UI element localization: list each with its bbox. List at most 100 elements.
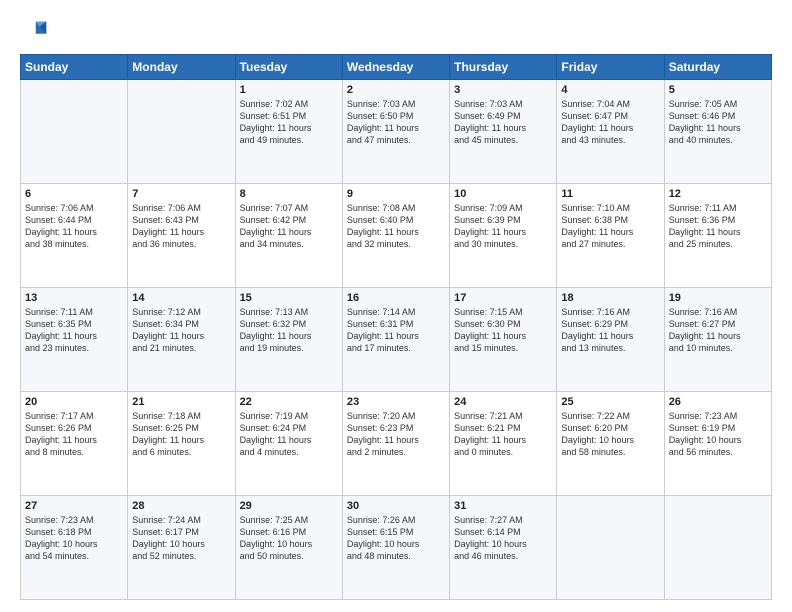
cell-info: Sunrise: 7:04 AM Sunset: 6:47 PM Dayligh… [561, 98, 659, 147]
day-number: 5 [669, 84, 767, 96]
day-number: 19 [669, 292, 767, 304]
cell-info: Sunrise: 7:07 AM Sunset: 6:42 PM Dayligh… [240, 202, 338, 251]
day-number: 10 [454, 188, 552, 200]
day-number: 8 [240, 188, 338, 200]
calendar-cell: 30Sunrise: 7:26 AM Sunset: 6:15 PM Dayli… [342, 496, 449, 600]
calendar-cell: 31 Sunrise: 7:27 AM Sunset: 6:14 PM Dayli… [450, 496, 557, 600]
calendar-cell: 21 Sunrise: 7:18 AM Sunset: 6:25 PM Dayli… [128, 392, 235, 496]
calendar-cell: 23 Sunrise: 7:20 AM Sunset: 6:23 PM Dayli… [342, 392, 449, 496]
calendar-cell: 5Sunrise: 7:05 AM Sunset: 6:46 PM Daylig… [664, 80, 771, 184]
calendar-cell: 14Sunrise: 7:12 AM Sunset: 6:34 PM Dayli… [128, 288, 235, 392]
day-number: 25 [561, 396, 659, 408]
day-number: 28 [132, 500, 230, 512]
calendar-header-row: SundayMondayTuesdayWednesdayThursdayFrid… [21, 55, 772, 80]
cell-info: Sunrise: 7:08 AM Sunset: 6:40 PM Dayligh… [347, 202, 445, 251]
day-number: 13 [25, 292, 123, 304]
cell-info: Sunrise: 7:03 AM Sunset: 6:50 PM Dayligh… [347, 98, 445, 147]
calendar-cell: 18Sunrise: 7:16 AM Sunset: 6:29 PM Dayli… [557, 288, 664, 392]
day-number: 14 [132, 292, 230, 304]
day-number: 12 [669, 188, 767, 200]
calendar-cell: 29 Sunrise: 7:25 AM Sunset: 6:16 PM Dayli… [235, 496, 342, 600]
logo-icon [20, 18, 48, 46]
day-number: 3 [454, 84, 552, 96]
cell-info: Sunrise: 7:22 AM Sunset: 6:20 PM Dayligh… [561, 410, 659, 459]
day-number: 27 [25, 500, 123, 512]
calendar-cell: 6 Sunrise: 7:06 AM Sunset: 6:44 PM Daylig… [21, 184, 128, 288]
calendar-cell [664, 496, 771, 600]
page: SundayMondayTuesdayWednesdayThursdayFrid… [0, 0, 792, 612]
cell-info: Sunrise: 7:02 AM Sunset: 6:51 PM Dayligh… [240, 98, 338, 147]
header [20, 18, 772, 46]
day-number: 24 [454, 396, 552, 408]
calendar-cell: 16 Sunrise: 7:14 AM Sunset: 6:31 PM Dayli… [342, 288, 449, 392]
day-header-thursday: Thursday [450, 55, 557, 80]
cell-info: Sunrise: 7:16 AM Sunset: 6:27 PM Dayligh… [669, 306, 767, 355]
calendar-cell: 20Sunrise: 7:17 AM Sunset: 6:26 PM Dayli… [21, 392, 128, 496]
day-number: 7 [132, 188, 230, 200]
day-number: 30 [347, 500, 445, 512]
day-number: 2 [347, 84, 445, 96]
cell-info: Sunrise: 7:25 AM Sunset: 6:16 PM Dayligh… [240, 514, 338, 563]
calendar-week-row: 13Sunrise: 7:11 AM Sunset: 6:35 PM Dayli… [21, 288, 772, 392]
day-header-saturday: Saturday [664, 55, 771, 80]
day-number: 11 [561, 188, 659, 200]
calendar-week-row: 1 Sunrise: 7:02 AM Sunset: 6:51 PM Daylig… [21, 80, 772, 184]
calendar-cell: 4 Sunrise: 7:04 AM Sunset: 6:47 PM Daylig… [557, 80, 664, 184]
day-header-friday: Friday [557, 55, 664, 80]
day-number: 6 [25, 188, 123, 200]
day-number: 26 [669, 396, 767, 408]
calendar-cell: 8 Sunrise: 7:07 AM Sunset: 6:42 PM Daylig… [235, 184, 342, 288]
calendar-cell: 28 Sunrise: 7:24 AM Sunset: 6:17 PM Dayli… [128, 496, 235, 600]
day-number: 18 [561, 292, 659, 304]
calendar-cell: 15Sunrise: 7:13 AM Sunset: 6:32 PM Dayli… [235, 288, 342, 392]
cell-info: Sunrise: 7:23 AM Sunset: 6:18 PM Dayligh… [25, 514, 123, 563]
day-number: 31 [454, 500, 552, 512]
day-number: 29 [240, 500, 338, 512]
calendar-table: SundayMondayTuesdayWednesdayThursdayFrid… [20, 54, 772, 600]
cell-info: Sunrise: 7:20 AM Sunset: 6:23 PM Dayligh… [347, 410, 445, 459]
calendar-cell: 27 Sunrise: 7:23 AM Sunset: 6:18 PM Dayli… [21, 496, 128, 600]
cell-info: Sunrise: 7:03 AM Sunset: 6:49 PM Dayligh… [454, 98, 552, 147]
calendar-cell: 11 Sunrise: 7:10 AM Sunset: 6:38 PM Dayli… [557, 184, 664, 288]
calendar-cell: 22Sunrise: 7:19 AM Sunset: 6:24 PM Dayli… [235, 392, 342, 496]
calendar-cell: 10Sunrise: 7:09 AM Sunset: 6:39 PM Dayli… [450, 184, 557, 288]
calendar-cell: 25 Sunrise: 7:22 AM Sunset: 6:20 PM Dayli… [557, 392, 664, 496]
calendar-cell: 26Sunrise: 7:23 AM Sunset: 6:19 PM Dayli… [664, 392, 771, 496]
calendar-cell: 24 Sunrise: 7:21 AM Sunset: 6:21 PM Dayli… [450, 392, 557, 496]
day-number: 22 [240, 396, 338, 408]
day-number: 17 [454, 292, 552, 304]
calendar-cell [128, 80, 235, 184]
calendar-cell: 19 Sunrise: 7:16 AM Sunset: 6:27 PM Dayli… [664, 288, 771, 392]
calendar-cell: 17 Sunrise: 7:15 AM Sunset: 6:30 PM Dayli… [450, 288, 557, 392]
calendar-cell [21, 80, 128, 184]
day-header-wednesday: Wednesday [342, 55, 449, 80]
day-number: 9 [347, 188, 445, 200]
calendar-cell: 12 Sunrise: 7:11 AM Sunset: 6:36 PM Dayli… [664, 184, 771, 288]
day-number: 4 [561, 84, 659, 96]
day-number: 21 [132, 396, 230, 408]
calendar-week-row: 20Sunrise: 7:17 AM Sunset: 6:26 PM Dayli… [21, 392, 772, 496]
cell-info: Sunrise: 7:18 AM Sunset: 6:25 PM Dayligh… [132, 410, 230, 459]
calendar-cell: 7Sunrise: 7:06 AM Sunset: 6:43 PM Daylig… [128, 184, 235, 288]
calendar-week-row: 6 Sunrise: 7:06 AM Sunset: 6:44 PM Daylig… [21, 184, 772, 288]
cell-info: Sunrise: 7:06 AM Sunset: 6:44 PM Dayligh… [25, 202, 123, 251]
calendar-cell: 13Sunrise: 7:11 AM Sunset: 6:35 PM Dayli… [21, 288, 128, 392]
day-number: 23 [347, 396, 445, 408]
cell-info: Sunrise: 7:27 AM Sunset: 6:14 PM Dayligh… [454, 514, 552, 563]
cell-info: Sunrise: 7:21 AM Sunset: 6:21 PM Dayligh… [454, 410, 552, 459]
day-header-sunday: Sunday [21, 55, 128, 80]
cell-info: Sunrise: 7:15 AM Sunset: 6:30 PM Dayligh… [454, 306, 552, 355]
day-number: 1 [240, 84, 338, 96]
day-header-tuesday: Tuesday [235, 55, 342, 80]
cell-info: Sunrise: 7:14 AM Sunset: 6:31 PM Dayligh… [347, 306, 445, 355]
cell-info: Sunrise: 7:10 AM Sunset: 6:38 PM Dayligh… [561, 202, 659, 251]
logo [20, 18, 52, 46]
cell-info: Sunrise: 7:24 AM Sunset: 6:17 PM Dayligh… [132, 514, 230, 563]
day-number: 15 [240, 292, 338, 304]
day-header-monday: Monday [128, 55, 235, 80]
calendar-cell: 9 Sunrise: 7:08 AM Sunset: 6:40 PM Daylig… [342, 184, 449, 288]
cell-info: Sunrise: 7:11 AM Sunset: 6:36 PM Dayligh… [669, 202, 767, 251]
cell-info: Sunrise: 7:17 AM Sunset: 6:26 PM Dayligh… [25, 410, 123, 459]
calendar-cell: 1 Sunrise: 7:02 AM Sunset: 6:51 PM Daylig… [235, 80, 342, 184]
day-number: 16 [347, 292, 445, 304]
